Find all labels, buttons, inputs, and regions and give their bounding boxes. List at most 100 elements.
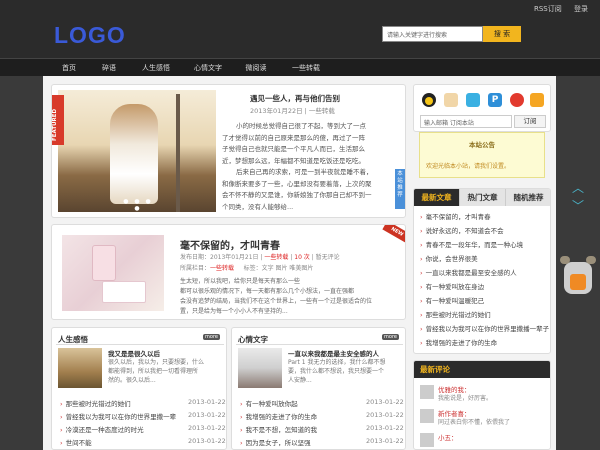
nav-item-read[interactable]: 微阅读 — [236, 59, 276, 77]
post-meta-2: 所属栏目：一些转载 标签：文字 图片 唯美图片 — [180, 265, 314, 272]
list-item[interactable]: 我不是不想，怎知道的我 — [240, 424, 318, 434]
tab-random[interactable]: 随机推荐 — [506, 189, 550, 206]
pole-shape — [176, 94, 180, 212]
rss-icon[interactable] — [530, 93, 544, 107]
featured-title[interactable]: 遇见一些人，再与他们告别 — [250, 93, 340, 104]
featured-excerpt: 小的时候总觉得自己很了不起，等到大了一点 了才觉得以前的自己原来是那么的傻，再过… — [222, 122, 373, 211]
main-nav: 首页 碎语 人生感悟 心情文字 微阅读 一些转载 — [0, 58, 600, 76]
list-date: 2013-01-22 — [366, 398, 404, 406]
post-meta: 发布日期：2013年01月21日 | 一些转载 | 10 次 | 暂无评论 — [180, 254, 340, 261]
box-shape — [102, 281, 146, 303]
list-item[interactable]: 世间不能 — [60, 437, 92, 447]
search-box: 请输入关键字进行搜索 搜 索 — [382, 26, 522, 42]
recommend-side-tag[interactable]: 本站推荐 — [395, 169, 405, 209]
notice-text: 欢迎光临本小站，请我们设置。 — [426, 163, 511, 170]
section-mood: 心情文字 more 一直以来我都是最主安全感的人 Part 1 我无力的选择，我… — [231, 327, 406, 450]
nav-item-life[interactable]: 人生感悟 — [134, 59, 178, 77]
rss-link[interactable]: RSS订阅 — [534, 5, 562, 13]
tab-latest[interactable]: 最新文章 — [414, 189, 460, 206]
qq-icon[interactable] — [422, 93, 436, 107]
list-item[interactable]: 曾经我以为我可以在你的世界里撒播一辈子 — [420, 323, 550, 333]
pinterest-icon[interactable]: P — [488, 93, 502, 107]
list-item[interactable]: 那些被时光错过的她们 — [420, 309, 491, 319]
nav-item-repost[interactable]: 一些转载 — [284, 59, 328, 77]
section-life: 人生感悟 more 我又是是很久以后 很久以后，我以为，只要想要，什么 都能得到… — [51, 327, 227, 450]
subscribe-button[interactable]: 订阅 — [514, 115, 546, 128]
top-links: RSS订阅 登录 — [524, 4, 588, 14]
comments-title: 最新评论 — [414, 361, 550, 378]
more-link[interactable]: more — [382, 334, 399, 340]
login-link[interactable]: 登录 — [574, 5, 588, 13]
comment-author[interactable]: 小五： — [438, 432, 458, 442]
list-item[interactable]: 有一种爱叫温暖犯己 — [420, 295, 485, 305]
section-thumb[interactable] — [58, 348, 102, 388]
tencent-weibo-icon[interactable] — [466, 93, 480, 107]
more-link[interactable]: more — [203, 334, 220, 340]
featured-post: ● ● ● ● FEATURED 遇见一些人，再与他们告别 2013年01月22… — [51, 84, 406, 218]
divider — [56, 344, 224, 345]
list-date: 2013-01-22 — [188, 437, 226, 445]
list-item[interactable]: 一直以来我都是最至安全感的人 — [420, 267, 517, 277]
list-item[interactable]: 冷漠还是一种态度过的时光 — [60, 424, 144, 434]
section-feat-title[interactable]: 一直以来我都是最主安全感的人 — [288, 348, 379, 358]
list-item[interactable]: 毫不保留的，才叫青春 — [420, 211, 491, 221]
list-item[interactable]: 那些被时光错过的她们 — [60, 398, 131, 408]
section-feat-title[interactable]: 我又是是很久以后 — [108, 348, 160, 358]
avatar[interactable] — [420, 409, 434, 423]
header: LOGO RSS订阅 登录 请输入关键字进行搜索 搜 索 — [0, 0, 600, 58]
list-date: 2013-01-22 — [366, 437, 404, 445]
comment-text: 我能说是，好厉害。 — [438, 395, 493, 402]
list-item[interactable]: 因为是女子，所以坚强 — [240, 437, 311, 447]
list-date: 2013-01-22 — [366, 411, 404, 419]
chat-icon[interactable] — [444, 93, 458, 107]
section-thumb[interactable] — [238, 348, 282, 388]
list-item[interactable]: 说好永远的，不知道会不会 — [420, 225, 504, 235]
section-feat-excerpt: 很久以后，我以为，只要想要，什么 都能得到，所以我把一切看得理所 然的。很久以后… — [108, 359, 205, 384]
list-item[interactable]: 曾经我以为我可以在你的世界里撒一辈 — [60, 411, 177, 421]
featured-ribbon: FEATURED — [52, 95, 64, 145]
nav-item-home[interactable]: 首页 — [52, 59, 86, 77]
featured-image[interactable]: ● ● ● ● — [58, 90, 216, 212]
list-item[interactable]: 我增强的走进了你的生命 — [240, 411, 318, 421]
notice-box: 本站公告 欢迎光临本小站，请我们设置。 — [419, 132, 545, 178]
tab-hot[interactable]: 热门文章 — [460, 189, 506, 206]
featured-meta: 2013年01月22日 | 一些转载 — [250, 107, 335, 115]
nav-item-mood[interactable]: 心情文字 — [186, 59, 230, 77]
post-card: NEW 毫不保留的，才叫青春 发布日期：2013年01月21日 | 一些转载 |… — [51, 224, 406, 320]
subscribe-input[interactable]: 输入邮箱 订阅本站 — [420, 115, 512, 128]
avatar[interactable] — [420, 433, 434, 447]
social-box: P 输入邮箱 订阅本站 订阅 — [413, 84, 551, 132]
post-image[interactable] — [62, 235, 164, 311]
list-date: 2013-01-22 — [366, 424, 404, 432]
jar-shape — [92, 245, 116, 281]
comment-text: 同过表白你不懂，依偎我了 — [438, 419, 511, 426]
featured-badge: FEATURED — [52, 108, 58, 141]
nav-item-suiyu[interactable]: 碎语 — [92, 59, 126, 77]
list-date: 2013-01-22 — [188, 398, 226, 406]
post-title[interactable]: 毫不保留的，才叫青春 — [180, 237, 280, 252]
site-logo[interactable]: LOGO — [54, 22, 126, 49]
rss-mascot-icon[interactable] — [560, 254, 596, 300]
new-badge: NEW — [382, 225, 405, 244]
content-wrapper: ● ● ● ● FEATURED 遇见一些人，再与他们告别 2013年01月22… — [43, 76, 556, 450]
divider — [236, 344, 403, 345]
search-button[interactable]: 搜 索 — [483, 26, 521, 42]
list-date: 2013-01-22 — [188, 411, 226, 419]
list-item[interactable]: 有一种爱叫放在身边 — [420, 281, 485, 291]
sina-weibo-icon[interactable] — [510, 93, 524, 107]
post-excerpt: 生太短，所以我吧，给你只是每天有那么一些 都可以很乐观的情况下，每一天都有那么几… — [180, 278, 373, 315]
slider-dots[interactable]: ● ● ● ● — [118, 198, 158, 212]
comments-box: 最新评论 优雅的我： 我能说是，好厉害。 新作者喜： 同过表白你不懂，依偎我了 … — [413, 360, 551, 450]
list-item[interactable]: 青春不是一段年华，而是一种心境 — [420, 239, 524, 249]
scroll-down-icon[interactable]: ﹀ — [570, 200, 586, 212]
list-item[interactable]: 有一种爱叫放你起 — [240, 398, 298, 408]
avatar[interactable] — [420, 385, 434, 399]
section-feat-excerpt: Part 1 我无力的选择，我什么都不想 要，我什么都不想说，我只想要一个 人安… — [288, 359, 386, 384]
list-item[interactable]: 我增强的走进了你的生命 — [420, 337, 498, 347]
search-input[interactable]: 请输入关键字进行搜索 — [382, 26, 483, 42]
scroll-up-icon[interactable]: ︿ — [570, 182, 586, 194]
list-item[interactable]: 你说，会世界很美 — [420, 253, 478, 263]
articles-tab-box: 最新文章 热门文章 随机推荐 毫不保留的，才叫青春 说好永远的，不知道会不会 青… — [413, 188, 551, 354]
figure-shape — [110, 104, 158, 204]
list-date: 2013-01-22 — [188, 424, 226, 432]
